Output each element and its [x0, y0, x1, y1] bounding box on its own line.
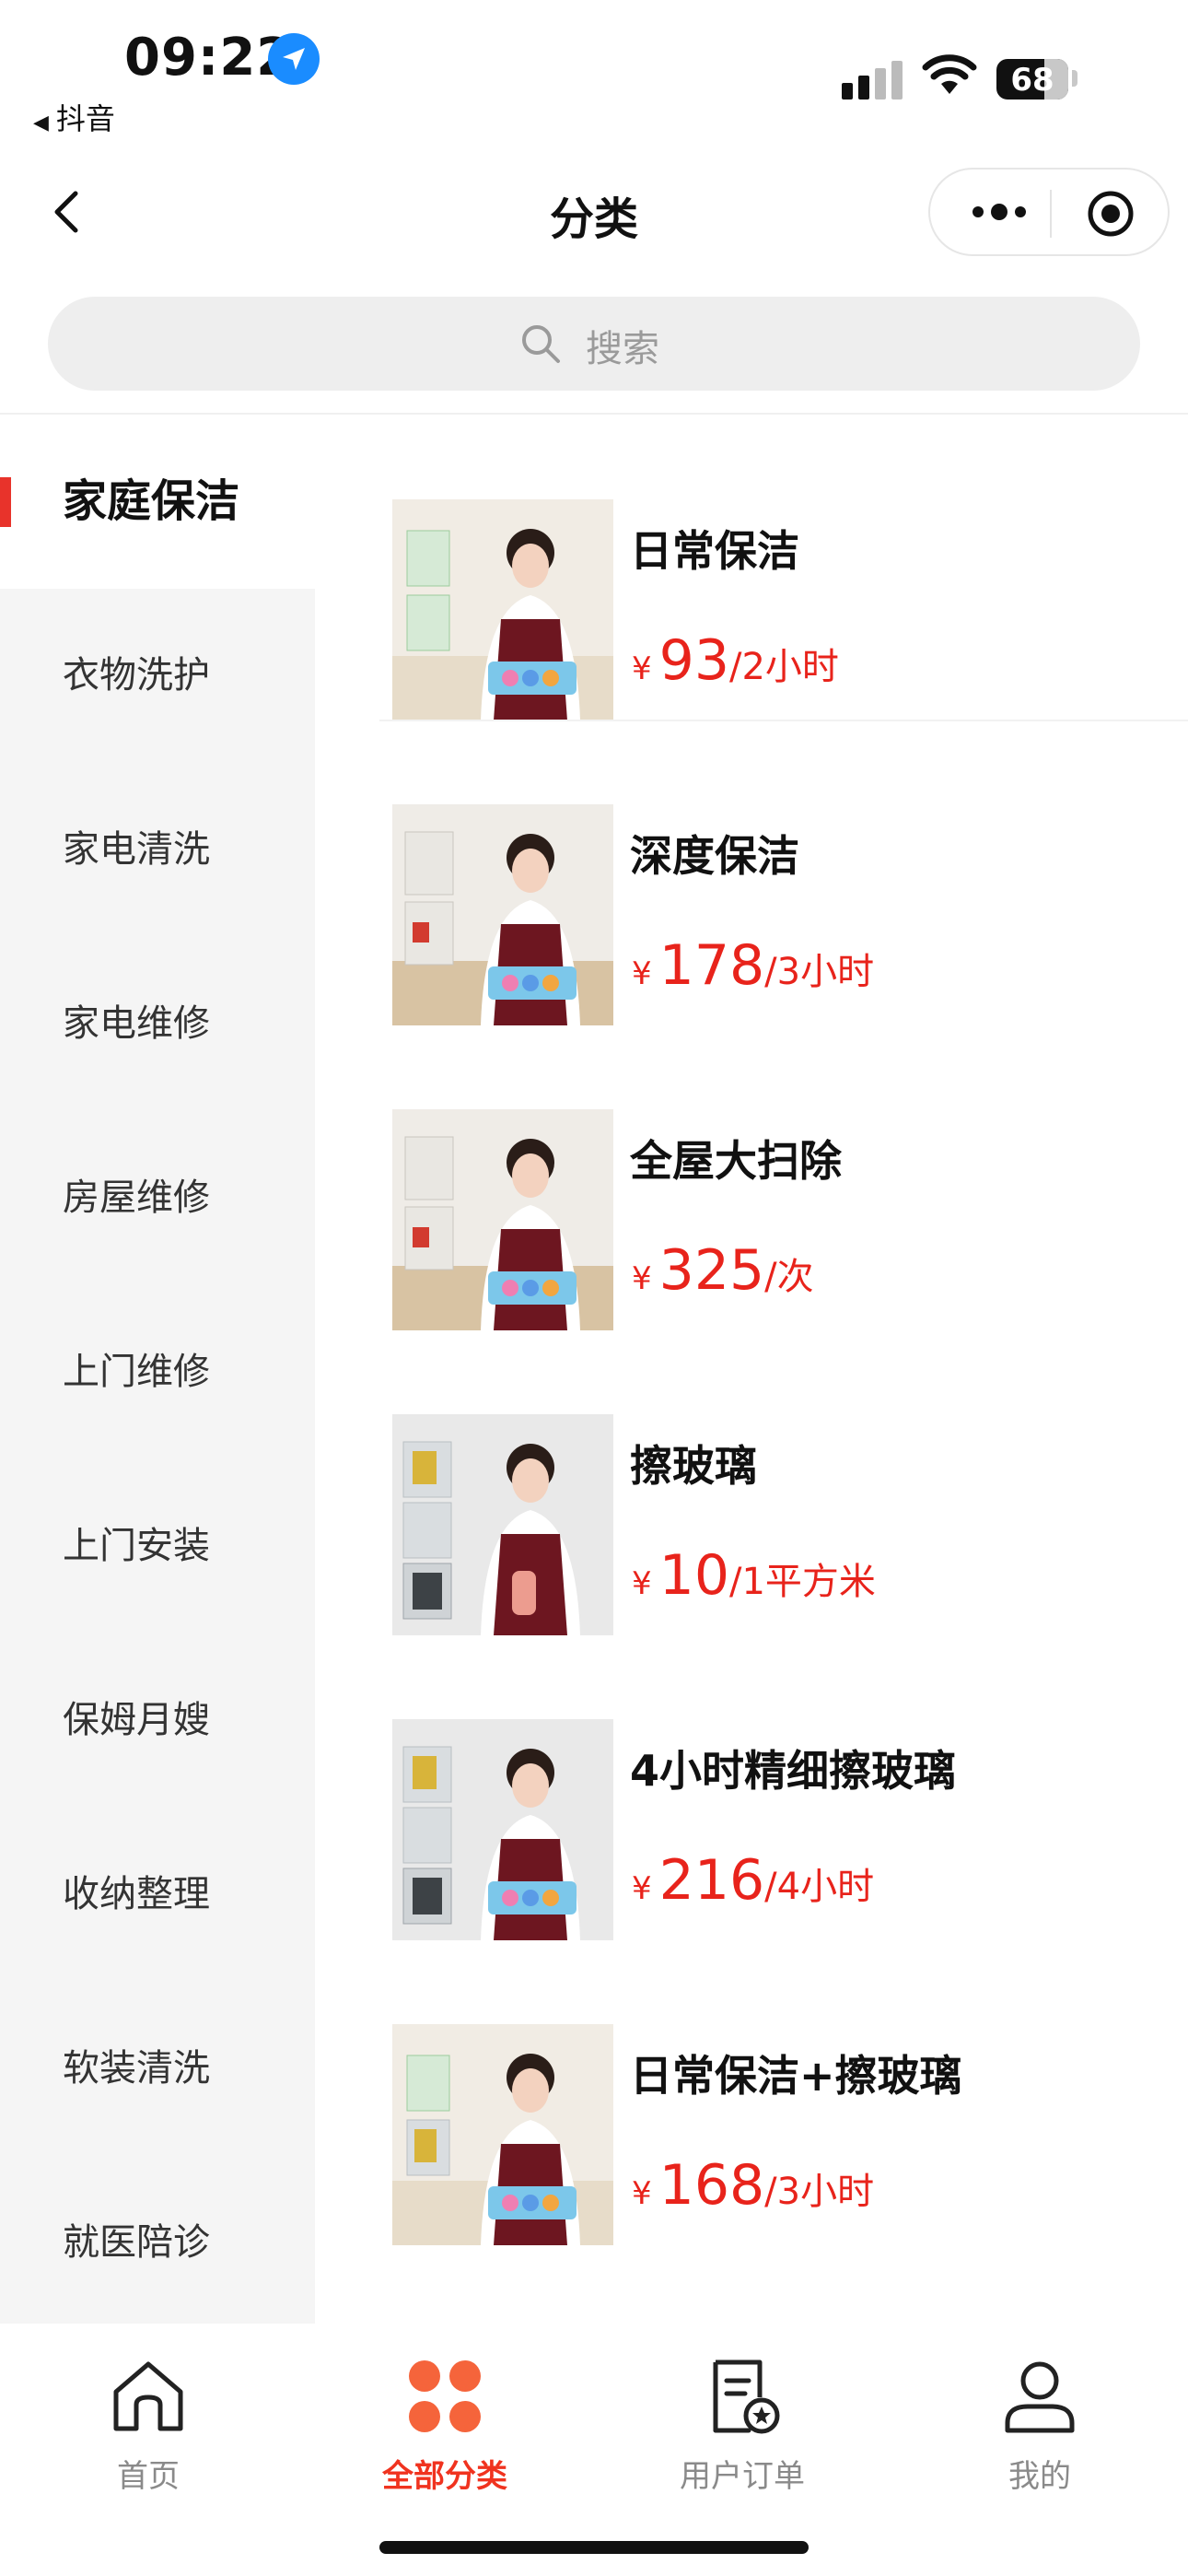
bottom-tab-bar: 首页 全部分类 用户订单 我的	[0, 2324, 1188, 2576]
sidebar-item-label: 家电清洗	[63, 828, 210, 871]
product-image	[392, 2024, 613, 2245]
order-icon	[713, 2359, 780, 2434]
sidebar-item-label: 衣物洗护	[63, 654, 210, 697]
sidebar-item-organizing[interactable]: 收纳整理	[0, 1808, 315, 1982]
sidebar-item-label: 家电维修	[63, 1002, 210, 1045]
currency-symbol: ¥	[632, 2175, 652, 2212]
more-icon[interactable]	[967, 195, 1031, 228]
product-card[interactable]: 4小时精细擦玻璃 ¥216/4小时	[315, 1634, 1188, 1940]
currency-symbol: ¥	[632, 1260, 652, 1297]
nav-bar: 分类	[0, 157, 1188, 267]
sidebar-item-onsite-install[interactable]: 上门安装	[0, 1459, 315, 1633]
sidebar-item-medical-escort[interactable]: 就医陪诊	[0, 2156, 315, 2330]
close-miniapp-icon[interactable]	[1087, 190, 1135, 238]
product-image	[392, 804, 613, 1025]
category-icon	[409, 2360, 481, 2432]
sidebar-item-label: 上门维修	[63, 1351, 210, 1393]
tab-label: 我的	[1008, 2458, 1071, 2495]
product-card[interactable]: 日常保洁+擦玻璃 ¥168/3小时	[315, 1939, 1188, 2245]
price-unit: /3小时	[764, 951, 875, 993]
price-value: 178	[658, 933, 765, 998]
currency-symbol: ¥	[632, 1565, 652, 1602]
tab-profile[interactable]: 我的	[891, 2336, 1188, 2521]
sidebar-item-label: 房屋维修	[63, 1177, 210, 1219]
currency-symbol: ¥	[632, 650, 652, 687]
currency-symbol: ¥	[632, 1870, 652, 1907]
price-unit: /3小时	[764, 2171, 875, 2213]
product-list: 日常保洁 ¥93/2小时 深度保洁 ¥178/3小时 全屋大扫除 ¥ 325/次…	[315, 415, 1188, 2324]
sidebar-item-laundry[interactable]: 衣物洗护	[0, 589, 315, 763]
product-price: ¥325/次	[632, 1238, 814, 1303]
product-image	[392, 499, 613, 720]
tab-home[interactable]: 首页	[0, 2336, 297, 2521]
back-app-label: 抖音	[55, 101, 115, 136]
sidebar-item-label: 就医陪诊	[63, 2221, 210, 2264]
tab-user-orders[interactable]: 用户订单	[594, 2336, 891, 2521]
home-indicator	[379, 2541, 809, 2554]
price-value: 216	[658, 1848, 765, 1913]
product-price: ¥178/3小时	[632, 933, 874, 998]
product-name: 日常保洁+擦玻璃	[630, 2051, 962, 2101]
product-name: 日常保洁	[630, 526, 799, 576]
tab-all-categories[interactable]: 全部分类	[297, 2336, 593, 2521]
price-unit: /次	[764, 1256, 814, 1298]
currency-symbol: ¥	[632, 955, 652, 992]
sidebar-item-label: 软装清洗	[63, 2047, 210, 2090]
sidebar-item-nanny[interactable]: 保姆月嫂	[0, 1633, 315, 1808]
product-card[interactable]: 深度保洁 ¥178/3小时	[315, 720, 1188, 1025]
back-triangle-icon: ◀	[33, 111, 49, 135]
wifi-icon	[922, 54, 977, 94]
product-price: ¥216/4小时	[632, 1848, 874, 1913]
product-card[interactable]: 擦玻璃 ¥10/1平方米	[315, 1329, 1188, 1635]
category-sidebar: 家庭保洁 衣物洗护 家电清洗 家电维修 房屋维修 上门维修 上门安装 保姆月嫂 …	[0, 415, 315, 2324]
sidebar-item-appliance-repair[interactable]: 家电维修	[0, 937, 315, 1111]
product-name: 全屋大扫除	[630, 1136, 842, 1186]
battery-icon: 68	[996, 59, 1068, 100]
tab-label: 全部分类	[382, 2458, 507, 2495]
tab-label: 首页	[117, 2458, 180, 2495]
sidebar-item-home-cleaning[interactable]: 家庭保洁	[0, 415, 315, 589]
product-image	[392, 1414, 613, 1635]
sidebar-item-house-repair[interactable]: 房屋维修	[0, 1111, 315, 1285]
price-value: 10	[658, 1543, 729, 1608]
cellular-signal-icon	[842, 61, 908, 100]
sidebar-item-soft-furnishing[interactable]: 软装清洗	[0, 1982, 315, 2156]
price-unit: /4小时	[764, 1866, 875, 1908]
active-indicator	[0, 477, 11, 527]
product-price: ¥93/2小时	[632, 628, 839, 693]
miniapp-capsule	[928, 168, 1170, 256]
search-placeholder: 搜索	[586, 328, 659, 370]
price-value: 325	[658, 1238, 765, 1303]
home-icon	[113, 2361, 183, 2431]
sidebar-item-label: 上门安装	[63, 1525, 210, 1567]
price-unit: /2小时	[729, 646, 839, 688]
product-name: 深度保洁	[630, 831, 799, 881]
product-card[interactable]: 日常保洁 ¥93/2小时	[315, 415, 1188, 721]
sidebar-item-onsite-repair[interactable]: 上门维修	[0, 1285, 315, 1459]
sidebar-item-label: 保姆月嫂	[63, 1699, 210, 1741]
product-name: 4小时精细擦玻璃	[630, 1746, 957, 1796]
product-image	[392, 1109, 613, 1330]
product-price: ¥10/1平方米	[632, 1543, 876, 1608]
search-bar[interactable]: 搜索	[48, 297, 1140, 391]
back-to-app-button[interactable]: ◀ 抖音	[33, 96, 115, 138]
profile-icon	[1005, 2361, 1075, 2433]
price-value: 93	[658, 628, 729, 693]
product-image	[392, 1719, 613, 1940]
tab-label: 用户订单	[680, 2458, 805, 2495]
battery-cap	[1072, 70, 1077, 87]
product-price: ¥168/3小时	[632, 2153, 874, 2218]
status-bar: 09:22 ◀ 抖音 68	[0, 0, 1188, 138]
battery-level: 68	[1010, 62, 1054, 99]
sidebar-item-label: 家庭保洁	[63, 475, 240, 527]
sidebar-item-label: 收纳整理	[63, 1873, 210, 1915]
product-name: 擦玻璃	[630, 1441, 757, 1491]
product-card[interactable]: 全屋大扫除 ¥325/次	[315, 1025, 1188, 1330]
sidebar-item-appliance-cleaning[interactable]: 家电清洗	[0, 763, 315, 937]
price-value: 168	[658, 2153, 765, 2218]
capsule-divider	[1050, 190, 1052, 238]
price-unit: /1平方米	[729, 1561, 876, 1603]
location-icon	[268, 33, 320, 85]
search-icon	[522, 325, 560, 363]
